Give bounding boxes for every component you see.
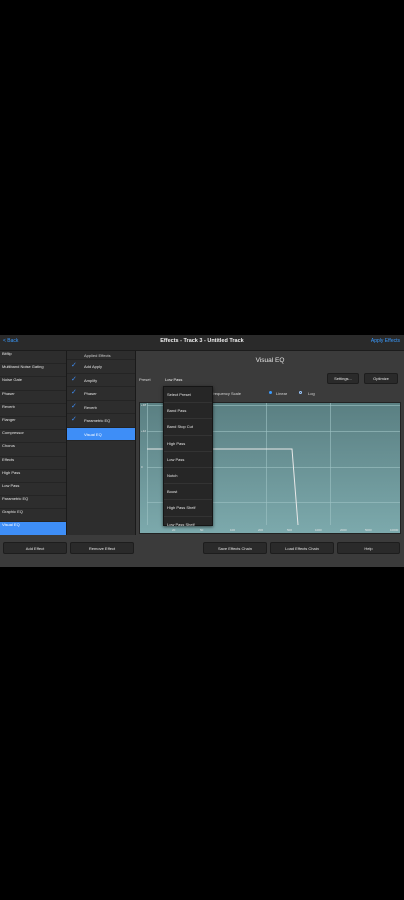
checkmark-icon[interactable]: ✓ <box>71 403 77 410</box>
preset-option[interactable]: Select Preset <box>164 387 212 404</box>
preset-select[interactable]: Low Pass <box>165 377 182 382</box>
applied-effect-item[interactable]: ✓ Phaser <box>67 387 135 401</box>
effect-list-item[interactable]: Flanger <box>0 417 66 431</box>
applied-effect-label: Visual EQ <box>84 431 102 437</box>
x-axis-label: 5000 <box>365 528 372 532</box>
log-radio[interactable] <box>299 391 302 394</box>
applied-effect-label: Phaser <box>84 391 97 396</box>
effect-list-item[interactable]: Visual EQ <box>0 522 66 535</box>
x-axis-label: 1000 <box>315 528 322 532</box>
preset-option[interactable]: Low Pass Shelf <box>164 517 212 532</box>
apply-effects-button[interactable]: Apply Effects <box>371 338 400 344</box>
applied-effect-item[interactable]: ✓ Parametric EQ <box>67 414 135 428</box>
add-effect-button[interactable]: Add Effect <box>3 542 67 554</box>
effect-list-item[interactable]: Chorus <box>0 443 66 457</box>
log-label: Log <box>308 391 315 396</box>
applied-effect-item[interactable]: ✓ Amplify <box>67 374 135 387</box>
x-axis-label: 200 <box>258 528 264 532</box>
effect-list-item[interactable]: Effects <box>0 457 66 470</box>
effect-list-item[interactable]: Low Pass <box>0 483 66 497</box>
checkmark-icon[interactable]: ✓ <box>71 376 77 383</box>
frequency-scale-label: Frequency Scale <box>211 391 242 396</box>
effect-list-item[interactable]: Bitflip <box>0 351 66 365</box>
x-axis-label: 2000 <box>340 528 347 532</box>
effect-list-item[interactable]: Reverb <box>0 404 66 417</box>
x-axis-label: 500 <box>287 528 293 532</box>
effect-list-item[interactable]: Parametric EQ <box>0 496 66 510</box>
preset-option[interactable]: Boost <box>164 484 212 501</box>
load-effects-chain-button[interactable]: Load Effects Chain <box>270 542 334 554</box>
optimize-button[interactable]: Optimize <box>364 373 398 384</box>
applied-effect-item[interactable]: Visual EQ <box>67 427 135 441</box>
preset-dropdown[interactable]: Select Preset Band Pass Band Stop Cut High … <box>163 386 213 527</box>
remove-effect-button[interactable]: Remove Effect <box>70 542 134 554</box>
panel-title: Visual EQ <box>255 357 285 364</box>
preset-option[interactable]: Band Stop Cut <box>164 419 212 436</box>
effect-list-item[interactable]: Multiband Noise Gating <box>0 364 66 378</box>
preset-option[interactable]: High Pass Shelf <box>164 500 212 517</box>
effect-list-item[interactable]: Noise Gate <box>0 377 66 391</box>
x-axis-label: 100 <box>230 528 236 532</box>
applied-effects-header: Applied Effects <box>67 351 135 360</box>
applied-effect-item[interactable]: ✓ Add Apply <box>67 360 135 374</box>
preset-option[interactable]: High Pass <box>164 436 212 452</box>
preset-option[interactable]: Low Pass <box>164 452 212 468</box>
effect-list-item[interactable]: Graphic EQ <box>0 509 66 523</box>
applied-effects-list: Applied Effects ✓ Add Apply ✓ Amplify ✓ Phase… <box>67 351 136 535</box>
applied-effect-item[interactable]: ✓ Reverb <box>67 401 135 414</box>
window-title: Effects - Track 3 - Untitled Track <box>160 338 244 344</box>
applied-effect-label: Reverb <box>84 404 97 410</box>
help-button[interactable]: Help <box>337 542 400 554</box>
linear-label: Linear <box>276 391 288 396</box>
effects-list: Bitflip Multiband Noise Gating Noise Gate P… <box>0 351 67 535</box>
x-axis-label: 10000 <box>390 528 399 532</box>
checkmark-icon[interactable]: ✓ <box>71 362 77 369</box>
checkmark-icon[interactable]: ✓ <box>71 389 77 396</box>
effect-list-item[interactable]: Compressor <box>0 430 66 444</box>
effect-list-item[interactable]: High Pass <box>0 470 66 483</box>
preset-label: Preset <box>139 377 151 382</box>
applied-effect-label: Add Apply <box>84 364 103 369</box>
applied-effect-label: Parametric EQ <box>84 418 111 423</box>
applied-effect-label: Amplify <box>84 377 98 383</box>
settings-button[interactable]: Settings... <box>327 373 359 384</box>
preset-option[interactable]: Notch <box>164 468 212 485</box>
preset-option[interactable]: Band Pass <box>164 403 212 420</box>
checkmark-icon[interactable]: ✓ <box>71 416 77 423</box>
effect-list-item[interactable]: Phaser <box>0 391 66 404</box>
save-effects-chain-button[interactable]: Save Effects Chain <box>203 542 267 554</box>
linear-radio[interactable] <box>269 391 272 394</box>
top-bar: < Back Effects - Track 3 - Untitled Trac… <box>0 335 404 351</box>
